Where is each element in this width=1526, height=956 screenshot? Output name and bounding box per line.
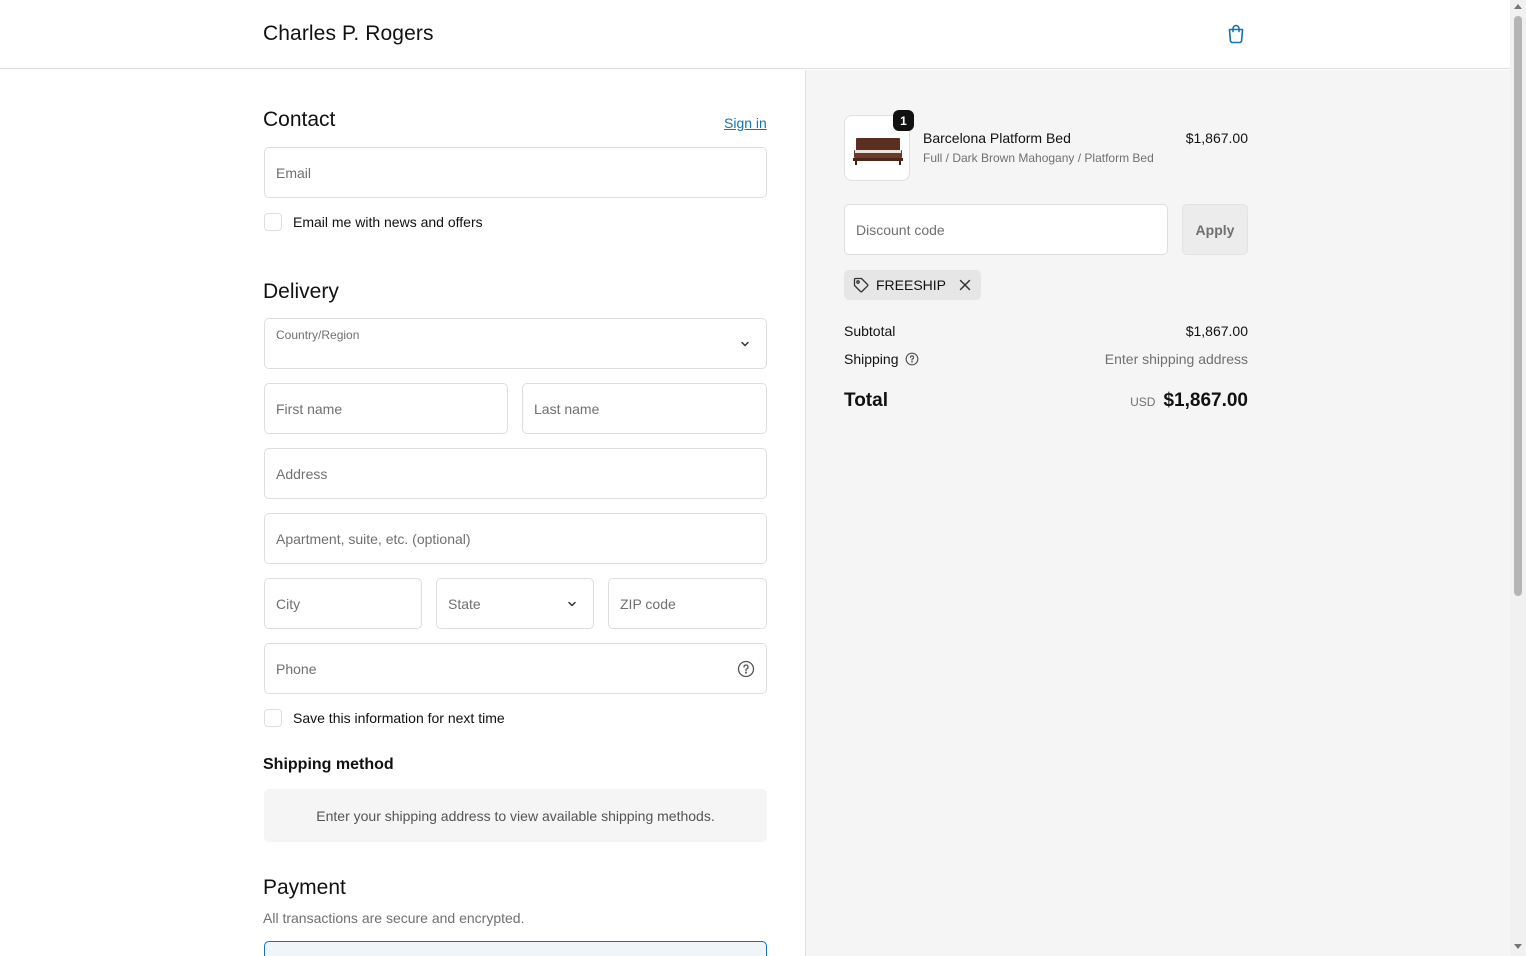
shipping-method-notice: Enter your shipping address to view avai…: [264, 789, 767, 842]
total-row: Total USD $1,867.00: [844, 390, 1248, 412]
subtotal-row: Subtotal $1,867.00: [844, 323, 1248, 339]
save-info-option[interactable]: Save this information for next time: [264, 709, 505, 727]
product-variant: Full / Dark Brown Mahogany / Platform Be…: [923, 151, 1154, 165]
scroll-up-arrow[interactable]: [1514, 4, 1522, 9]
payment-subtitle: All transactions are secure and encrypte…: [263, 910, 525, 926]
last-name-placeholder: Last name: [534, 400, 600, 417]
address-placeholder: Address: [276, 465, 328, 482]
apartment-field[interactable]: Apartment, suite, etc. (optional): [264, 513, 767, 564]
newsletter-checkbox[interactable]: [264, 213, 282, 231]
scrollbar-thumb[interactable]: [1514, 16, 1522, 596]
phone-placeholder: Phone: [276, 660, 317, 677]
sign-in-link[interactable]: Sign in: [724, 115, 767, 131]
apply-discount-button[interactable]: Apply: [1182, 204, 1248, 255]
delivery-heading: Delivery: [263, 280, 339, 303]
store-name[interactable]: Charles P. Rogers: [263, 22, 434, 46]
checkout-page: Charles P. Rogers Contact Sign in Email …: [0, 0, 1510, 956]
currency-code: USD: [1130, 395, 1156, 409]
scroll-down-arrow[interactable]: [1514, 944, 1522, 949]
city-field[interactable]: City: [264, 578, 422, 629]
help-circle-icon[interactable]: [737, 660, 755, 678]
cart-button[interactable]: [1224, 22, 1248, 46]
state-placeholder: State: [448, 595, 481, 612]
header: Charles P. Rogers: [0, 0, 1510, 69]
zip-field[interactable]: ZIP code: [608, 578, 767, 629]
first-name-field[interactable]: First name: [264, 383, 508, 434]
quantity-badge: 1: [893, 110, 914, 131]
newsletter-label: Email me with news and offers: [293, 214, 483, 230]
subtotal-value: $1,867.00: [1185, 323, 1248, 339]
shopping-bag-icon: [1228, 24, 1244, 44]
state-select[interactable]: State: [436, 578, 594, 629]
city-placeholder: City: [276, 595, 301, 612]
discount-code-label: FREESHIP: [876, 277, 947, 293]
product-price: $1,867.00: [1185, 130, 1248, 146]
remove-discount-icon[interactable]: [958, 278, 972, 292]
payment-heading: Payment: [263, 876, 346, 899]
tag-icon: [853, 277, 869, 293]
total-label: Total: [844, 390, 888, 411]
checkout-form: Contact Sign in Email Email me with news…: [0, 70, 806, 956]
shipping-method-heading: Shipping method: [263, 756, 394, 773]
first-name-placeholder: First name: [276, 400, 343, 417]
country-label: Country/Region: [276, 328, 360, 342]
save-info-checkbox[interactable]: [264, 709, 282, 727]
phone-field[interactable]: Phone: [264, 643, 767, 694]
shipping-label: Shipping: [844, 351, 899, 367]
payment-method-option[interactable]: [264, 941, 767, 956]
total-value: $1,867.00: [1163, 390, 1248, 411]
shipping-value: Enter shipping address: [1104, 351, 1248, 367]
email-placeholder: Email: [276, 164, 312, 181]
country-select[interactable]: Country/Region: [264, 318, 767, 369]
address-field[interactable]: Address: [264, 448, 767, 499]
product-name: Barcelona Platform Bed: [923, 130, 1071, 146]
subtotal-label: Subtotal: [844, 323, 896, 339]
page-scrollbar[interactable]: [1510, 0, 1526, 956]
save-info-label: Save this information for next time: [293, 710, 505, 726]
discount-placeholder: Discount code: [856, 221, 945, 238]
order-summary: 1 Barcelona Platform Bed Full / Dark Bro…: [806, 70, 1510, 956]
newsletter-option[interactable]: Email me with news and offers: [264, 213, 483, 231]
contact-heading: Contact: [263, 108, 336, 131]
shipping-row: Shipping Enter shipping address: [844, 351, 1248, 367]
chevron-down-icon: [741, 341, 749, 346]
apartment-placeholder: Apartment, suite, etc. (optional): [276, 530, 471, 547]
applied-discount-tag: FREESHIP: [844, 270, 982, 300]
zip-placeholder: ZIP code: [620, 595, 676, 612]
chevron-down-icon: [568, 601, 576, 606]
email-field[interactable]: Email: [264, 147, 767, 198]
help-circle-icon[interactable]: [905, 352, 919, 366]
discount-code-field[interactable]: Discount code: [844, 204, 1168, 255]
last-name-field[interactable]: Last name: [522, 383, 767, 434]
